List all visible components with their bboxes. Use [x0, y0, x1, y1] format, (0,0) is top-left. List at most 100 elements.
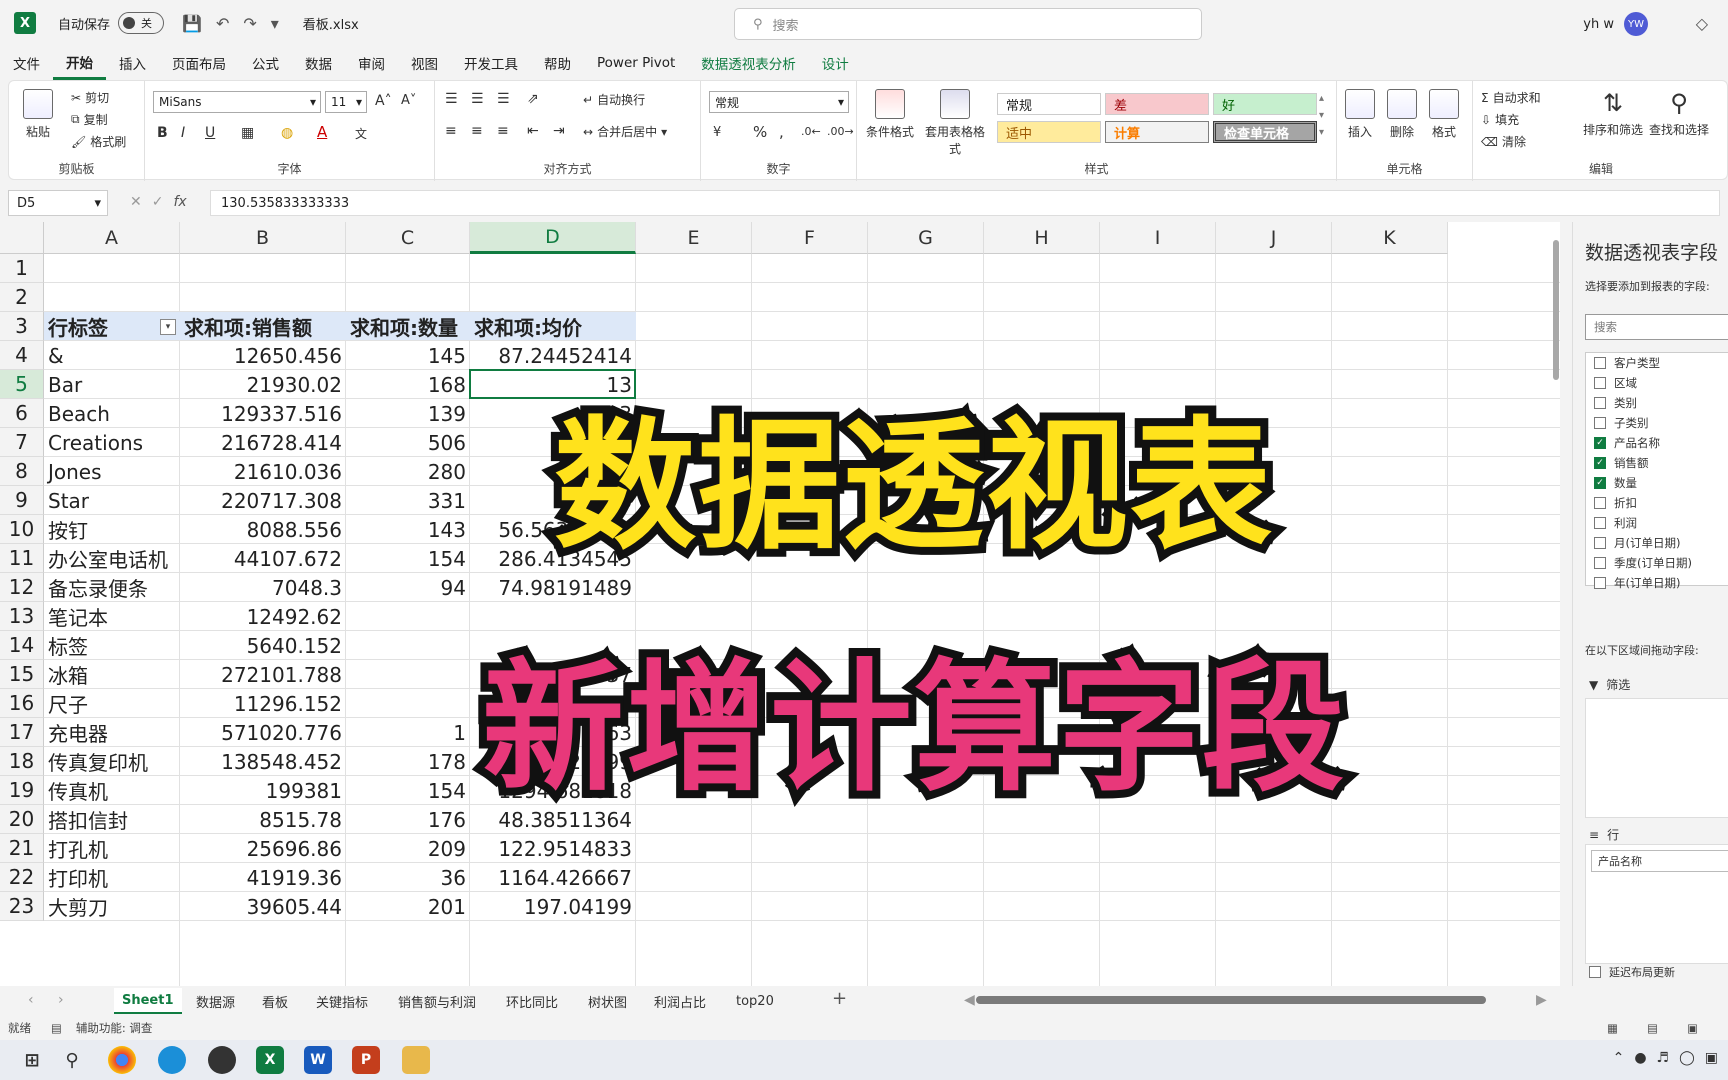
scroll-right-icon[interactable]: ▶ — [1536, 992, 1547, 1008]
styles-gallery-scroll[interactable]: ▴ ▾ ▾ — [1319, 93, 1324, 138]
sheet-tab[interactable]: 利润占比 — [646, 988, 714, 1014]
pivot-cell[interactable]: 4 — [470, 428, 636, 457]
pivot-cell[interactable]: 12492.62 — [180, 602, 346, 631]
pivot-cell[interactable]: 129337.516 — [180, 399, 346, 428]
insert-cells-button[interactable]: 插入 — [1345, 89, 1375, 140]
row-header-1[interactable]: 1 — [0, 254, 44, 283]
network-icon[interactable]: ◯ — [1679, 1050, 1695, 1066]
pivot-field-item[interactable]: 子类别 — [1594, 415, 1649, 431]
row-header-7[interactable]: 7 — [0, 428, 44, 457]
row-header-14[interactable]: 14 — [0, 631, 44, 660]
pivot-cell[interactable]: 139 — [346, 399, 470, 428]
page-break-view-icon[interactable]: ▣ — [1687, 1021, 1698, 1035]
field-checkbox[interactable]: ✓ — [1594, 477, 1606, 489]
pivot-cell[interactable]: 1164.426667 — [470, 863, 636, 892]
row-header-3[interactable]: 3 — [0, 312, 44, 341]
pivot-cell[interactable]: 331 — [346, 486, 470, 515]
pivot-cell[interactable]: 21610.036 — [180, 457, 346, 486]
pivot-cell[interactable] — [346, 689, 470, 718]
row-header-15[interactable]: 15 — [0, 660, 44, 689]
indent-decrease-button[interactable]: ⇤ — [527, 123, 539, 139]
pivot-header-cell[interactable]: 求和项:均价 — [470, 312, 636, 341]
pivot-cell[interactable]: 8088.556 — [180, 515, 346, 544]
pivot-cell[interactable]: 145 — [346, 341, 470, 370]
pivot-cell[interactable]: 44107.672 — [180, 544, 346, 573]
save-icon[interactable]: 💾 — [182, 14, 202, 33]
pivot-cell[interactable] — [346, 660, 470, 689]
sheet-tab[interactable]: top20 — [728, 988, 782, 1014]
folder-icon[interactable] — [402, 1046, 430, 1074]
sheet-tab[interactable]: Sheet1 — [114, 988, 182, 1014]
tab-data[interactable]: 数据 — [292, 46, 345, 80]
name-box[interactable]: D5 ▾ — [8, 190, 108, 216]
pivot-cell[interactable] — [470, 689, 636, 718]
pivot-header-cell[interactable]: 求和项:销售额 — [180, 312, 346, 341]
orientation-button[interactable]: ⇗ — [527, 91, 539, 107]
pivot-field-item[interactable]: 折扣 — [1594, 495, 1637, 511]
pivot-cell[interactable]: 56.56332867 — [470, 515, 636, 544]
pivot-cell[interactable]: 209 — [346, 834, 470, 863]
font-grow-button[interactable]: A˄ — [375, 93, 392, 109]
field-checkbox[interactable] — [1594, 377, 1606, 389]
user-account[interactable]: yh w YW — [1583, 12, 1648, 36]
column-header-e[interactable]: E — [636, 222, 752, 254]
pivot-cell[interactable]: 按钉 — [44, 515, 180, 544]
percent-button[interactable]: % — [753, 123, 767, 141]
file-name[interactable]: 看板.xlsx — [303, 14, 359, 33]
tab-page-layout[interactable]: 页面布局 — [159, 46, 239, 80]
sort-filter-button[interactable]: ⇅ 排序和筛选 — [1583, 89, 1643, 138]
number-format-select[interactable]: 常规 ▾ — [709, 91, 849, 113]
row-header-20[interactable]: 20 — [0, 805, 44, 834]
pivot-cell[interactable]: Bar — [44, 370, 180, 399]
prev-sheet-icon[interactable]: ‹ — [28, 992, 34, 1008]
tab-help[interactable]: 帮助 — [531, 46, 584, 80]
edge-icon[interactable] — [158, 1046, 186, 1074]
column-header-a[interactable]: A — [44, 222, 180, 254]
row-header-16[interactable]: 16 — [0, 689, 44, 718]
pane-search-input[interactable]: 搜索 — [1585, 314, 1728, 340]
pivot-cell[interactable]: 7048.3 — [180, 573, 346, 602]
select-all-corner[interactable] — [0, 222, 44, 254]
speaker-icon[interactable]: ♬ — [1657, 1050, 1670, 1066]
tab-view[interactable]: 视图 — [398, 46, 451, 80]
column-header-g[interactable]: G — [868, 222, 984, 254]
italic-button[interactable]: I — [181, 125, 185, 141]
row-header-19[interactable]: 19 — [0, 776, 44, 805]
style-check-cell[interactable]: 检查单元格 — [1213, 121, 1317, 143]
field-list[interactable]: 客户类型 区域 类别 子类别 ✓ 产品名称 ✓ 销售额 ✓ 数量 折扣 利润 月(订单日期) 季度(订单日… — [1585, 352, 1728, 590]
pivot-cell[interactable]: 94 — [346, 573, 470, 602]
pivot-cell[interactable]: 201 — [346, 892, 470, 921]
pivot-cell[interactable]: Star — [44, 486, 180, 515]
pivot-field-item[interactable]: 利润 — [1594, 515, 1637, 531]
tab-pivot-analyze[interactable]: 数据透视表分析 — [688, 46, 809, 80]
pivot-cell[interactable]: 打印机 — [44, 863, 180, 892]
pivot-field-item[interactable]: 类别 — [1594, 395, 1637, 411]
field-checkbox[interactable] — [1594, 357, 1606, 369]
pivot-cell[interactable]: 272101.788 — [180, 660, 346, 689]
style-bad[interactable]: 差 — [1105, 93, 1209, 115]
phonetic-button[interactable]: 文 — [355, 125, 367, 142]
comma-button[interactable]: , — [779, 123, 784, 141]
pivot-cell[interactable]: 5640.152 — [180, 631, 346, 660]
pivot-cell[interactable]: 39605.44 — [180, 892, 346, 921]
tab-file[interactable]: 文件 — [0, 46, 53, 80]
row-header-6[interactable]: 6 — [0, 399, 44, 428]
field-checkbox[interactable]: ✓ — [1594, 457, 1606, 469]
pivot-header-cell[interactable]: 求和项:数量 — [346, 312, 470, 341]
align-center-button[interactable]: ≡ — [471, 123, 483, 139]
pivot-field-item[interactable]: 季度(订单日期) — [1594, 555, 1692, 571]
align-middle-button[interactable]: ☰ — [471, 91, 484, 107]
font-color-button[interactable]: A — [317, 123, 327, 141]
pivot-cell[interactable]: 办公室电话机 — [44, 544, 180, 573]
field-checkbox[interactable] — [1594, 517, 1606, 529]
windows-start-icon[interactable]: ⊞ — [18, 1046, 46, 1074]
row-header-4[interactable]: 4 — [0, 341, 44, 370]
pivot-cell[interactable] — [346, 602, 470, 631]
row-header-12[interactable]: 12 — [0, 573, 44, 602]
autosave-toggle[interactable]: 关 — [118, 12, 165, 34]
pivot-cell[interactable]: 93 — [470, 399, 636, 428]
vertical-scrollbar[interactable] — [1550, 228, 1562, 984]
pivot-cell[interactable]: Beach — [44, 399, 180, 428]
tab-developer[interactable]: 开发工具 — [451, 46, 531, 80]
pivot-cell[interactable]: 25696.86 — [180, 834, 346, 863]
